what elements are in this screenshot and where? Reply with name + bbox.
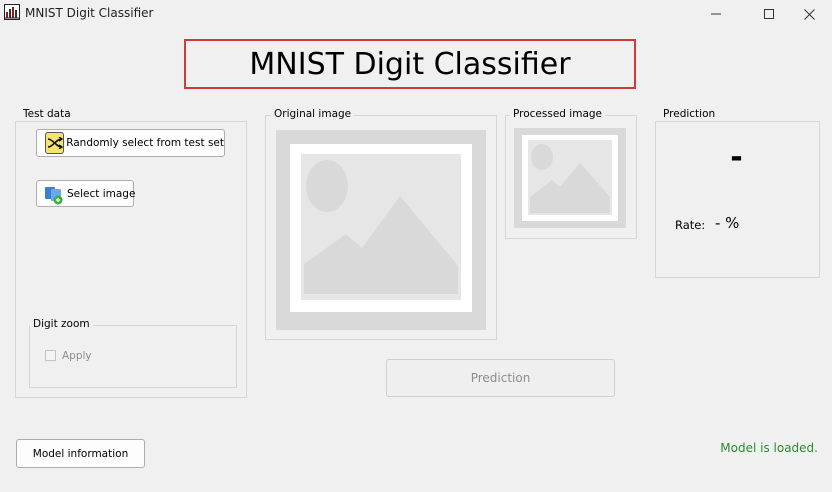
- apply-checkbox[interactable]: [45, 350, 56, 361]
- digit-zoom-label: Digit zoom: [30, 318, 93, 330]
- apply-label: Apply: [62, 350, 92, 362]
- minimize-icon: [711, 13, 721, 15]
- processed-image-label: Processed image: [510, 108, 605, 120]
- close-icon: [803, 8, 815, 20]
- close-button[interactable]: [786, 0, 832, 28]
- image-placeholder-icon: [528, 140, 612, 215]
- window-titlebar: MNIST Digit Classifier: [0, 0, 832, 28]
- select-image-label: Select image: [67, 187, 136, 200]
- random-select-button[interactable]: Randomly select from test set: [36, 129, 225, 157]
- image-file-icon: [43, 183, 65, 205]
- processed-image-canvas: [522, 135, 618, 221]
- page-title: MNIST Digit Classifier: [184, 39, 636, 89]
- processed-image-frame: [514, 128, 626, 228]
- minimize-button[interactable]: [693, 0, 739, 28]
- rate-value: - %: [715, 214, 740, 232]
- original-image-label: Original image: [271, 108, 355, 120]
- prediction-button[interactable]: Prediction: [386, 359, 615, 397]
- rate-label: Rate:: [675, 218, 706, 232]
- image-placeholder-icon: [301, 154, 461, 300]
- prediction-value: -: [730, 140, 743, 175]
- status-text: Model is loaded.: [720, 441, 818, 455]
- original-image-canvas: [290, 144, 472, 312]
- model-information-button[interactable]: Model information: [16, 439, 145, 468]
- prediction-label: Prediction: [660, 108, 719, 120]
- select-image-button[interactable]: Select image: [36, 180, 136, 207]
- shuffle-icon: [45, 132, 65, 154]
- window-title: MNIST Digit Classifier: [25, 6, 154, 20]
- random-select-label: Randomly select from test set: [66, 137, 224, 149]
- maximize-icon: [764, 9, 774, 19]
- test-data-label: Test data: [20, 108, 74, 120]
- digit-zoom-group: [29, 325, 237, 388]
- app-chart-icon: [4, 4, 20, 20]
- original-image-frame: [276, 130, 486, 330]
